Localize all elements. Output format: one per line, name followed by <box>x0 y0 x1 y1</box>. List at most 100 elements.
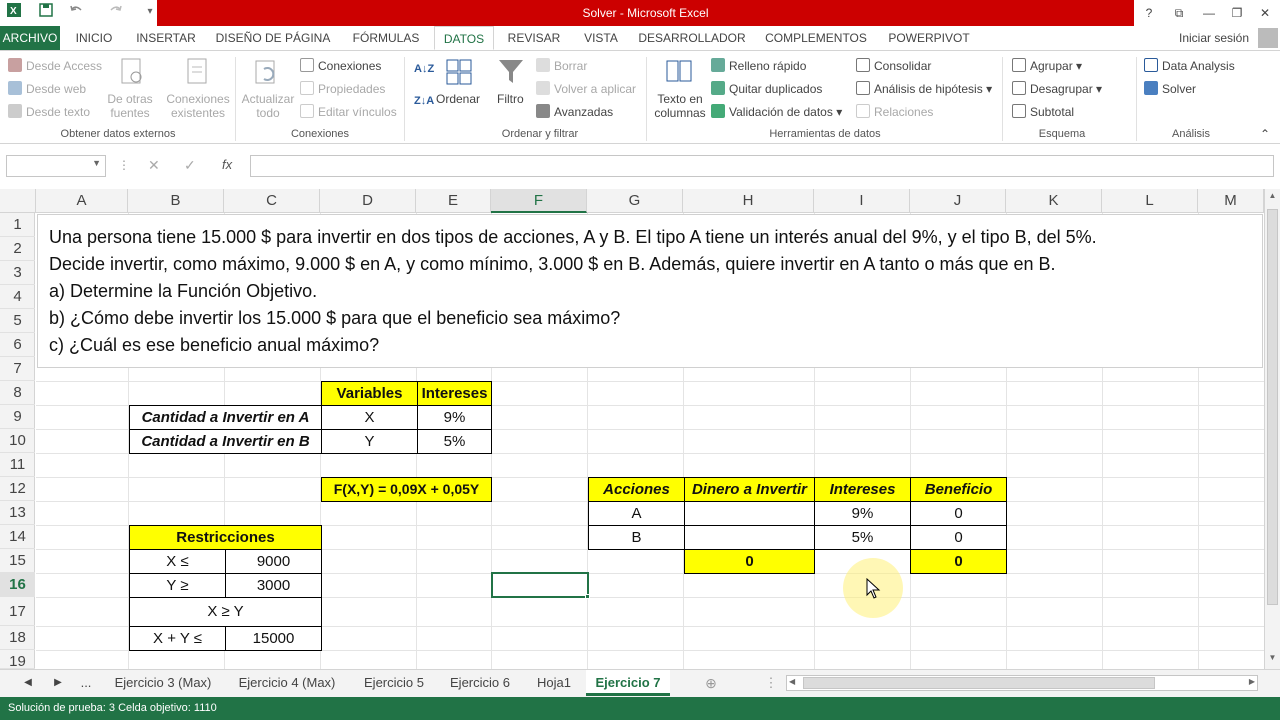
column-header[interactable]: J <box>910 189 1006 213</box>
row-header[interactable]: 2 <box>0 237 35 261</box>
column-header[interactable]: H <box>683 189 814 213</box>
data-analysis-button[interactable]: Data Analysis <box>1144 58 1235 73</box>
column-header[interactable]: K <box>1006 189 1102 213</box>
tab-datos[interactable]: DATOS <box>434 26 494 50</box>
tab-archivo[interactable]: ARCHIVO <box>0 26 60 50</box>
tab-vista[interactable]: VISTA <box>574 26 628 50</box>
tab-inicio[interactable]: INICIO <box>66 26 122 50</box>
total-dinero-cell[interactable]: 0 <box>684 549 815 574</box>
filter-button[interactable]: Filtro <box>497 92 524 106</box>
sheet-tab[interactable]: Hoja1 <box>526 670 582 696</box>
existing-connections-button[interactable]: Conexiones existentes <box>166 92 230 120</box>
refresh-all-button[interactable]: Actualizar todo <box>240 92 296 120</box>
intereses-header[interactable]: Intereses <box>417 381 492 406</box>
restore-button[interactable]: ❐ <box>1222 0 1252 26</box>
signin-link[interactable]: Iniciar sesión <box>1174 26 1254 50</box>
vertical-scroll-thumb[interactable] <box>1267 209 1278 605</box>
variables-header[interactable]: Variables <box>321 381 418 406</box>
row-header[interactable]: 11 <box>0 453 35 477</box>
column-header[interactable]: I <box>814 189 910 213</box>
row-header[interactable]: 12 <box>0 477 35 501</box>
constraint-label[interactable]: Y ≥ <box>129 573 226 598</box>
constraint-label[interactable]: X ≤ <box>129 549 226 574</box>
properties-button[interactable]: Propiedades <box>300 81 385 96</box>
horizontal-scroll-thumb[interactable] <box>803 677 1155 689</box>
column-header[interactable]: B <box>128 189 224 213</box>
undo-icon[interactable] <box>66 2 86 22</box>
scroll-left-icon[interactable]: ◀ <box>789 677 795 686</box>
help-button[interactable]: ? <box>1134 0 1164 26</box>
insert-function-icon[interactable]: fx <box>222 157 232 172</box>
advanced-button[interactable]: Avanzadas <box>536 104 613 119</box>
row-header[interactable]: 4 <box>0 285 35 309</box>
scroll-up-icon[interactable]: ▲ <box>1267 191 1278 203</box>
relationships-button[interactable]: Relaciones <box>856 104 933 119</box>
row-header[interactable]: 16 <box>0 573 35 597</box>
sheet-tab[interactable]: Ejercicio 3 (Max) <box>104 670 222 696</box>
redo-icon[interactable] <box>106 2 126 22</box>
variable-interest[interactable]: 5% <box>417 429 492 454</box>
fill-handle[interactable] <box>585 594 590 599</box>
constraint-value[interactable]: 15000 <box>225 626 322 651</box>
sheet-tab-active[interactable]: Ejercicio 7 <box>586 670 670 696</box>
avatar[interactable] <box>1258 28 1278 48</box>
column-header[interactable]: F <box>491 189 587 213</box>
connections-button[interactable]: Conexiones <box>300 58 381 73</box>
tab-desarrollador[interactable]: DESARROLLADOR <box>636 26 748 50</box>
subtotal-button[interactable]: Subtotal <box>1012 104 1074 119</box>
horizontal-scrollbar[interactable]: ◀ ▶ <box>786 675 1258 691</box>
row-header[interactable]: 10 <box>0 429 35 453</box>
interes-cell[interactable]: 9% <box>814 501 911 526</box>
sort-za-icon[interactable]: Z↓A <box>414 95 434 107</box>
row-header[interactable]: 1 <box>0 213 35 237</box>
text-to-columns-button[interactable]: Texto en columnas <box>652 92 708 120</box>
row-header[interactable]: 19 <box>0 650 35 670</box>
worksheet-grid[interactable]: Una persona tiene 15.000 $ para invertir… <box>36 213 1264 669</box>
accion-cell[interactable]: B <box>588 525 685 550</box>
constraint-value[interactable]: 3000 <box>225 573 322 598</box>
problem-statement[interactable]: Una persona tiene 15.000 $ para invertir… <box>37 214 1263 368</box>
dinero-header[interactable]: Dinero a Invertir <box>684 477 815 502</box>
variable-symbol[interactable]: X <box>321 405 418 430</box>
constraint-value[interactable]: 9000 <box>225 549 322 574</box>
tab-formulas[interactable]: FÓRMULAS <box>344 26 428 50</box>
interes-cell[interactable]: 5% <box>814 525 911 550</box>
ribbon-display-button[interactable]: ⧉ <box>1164 0 1194 26</box>
scroll-down-icon[interactable]: ▼ <box>1267 653 1278 665</box>
next-sheet-icon[interactable]: ▶ <box>48 670 68 696</box>
row-header[interactable]: 3 <box>0 261 35 285</box>
restricciones-header[interactable]: Restricciones <box>129 525 322 550</box>
dinero-cell[interactable] <box>684 525 815 550</box>
row-header[interactable]: 18 <box>0 626 35 650</box>
constraint-label[interactable]: X ≥ Y <box>129 597 322 627</box>
row-header[interactable]: 14 <box>0 525 35 549</box>
save-icon[interactable] <box>36 2 56 22</box>
add-sheet-icon[interactable]: ⊕ <box>700 670 722 696</box>
active-cell-selection[interactable] <box>491 572 589 598</box>
sheet-tab[interactable]: Ejercicio 6 <box>440 670 520 696</box>
remove-duplicates-button[interactable]: Quitar duplicados <box>711 81 822 96</box>
column-header[interactable]: L <box>1102 189 1198 213</box>
consolidate-button[interactable]: Consolidar <box>856 58 931 73</box>
beneficio-cell[interactable]: 0 <box>910 525 1007 550</box>
minimize-button[interactable]: — <box>1194 0 1224 26</box>
objective-function[interactable]: F(X,Y) = 0,09X + 0,05Y <box>321 477 492 502</box>
other-sources-button[interactable]: De otras fuentes <box>106 92 154 120</box>
sheet-bar-splitter[interactable]: ⋮ <box>764 670 778 696</box>
data-validation-button[interactable]: Validación de datos ▾ <box>711 104 842 119</box>
row-header[interactable]: 15 <box>0 549 35 573</box>
what-if-button[interactable]: Análisis de hipótesis ▾ <box>856 81 992 96</box>
sheet-tab[interactable]: Ejercicio 5 <box>352 670 436 696</box>
name-box[interactable]: ▼ <box>6 155 106 177</box>
column-header[interactable]: D <box>320 189 416 213</box>
collapse-ribbon-icon[interactable]: ⌃ <box>1260 127 1270 141</box>
accion-cell[interactable]: A <box>588 501 685 526</box>
beneficio-header[interactable]: Beneficio <box>910 477 1007 502</box>
group-button[interactable]: Agrupar ▾ <box>1012 58 1082 73</box>
more-sheets-button[interactable]: ... <box>74 670 98 696</box>
reapply-button[interactable]: Volver a aplicar <box>536 81 636 96</box>
column-header[interactable]: C <box>224 189 320 213</box>
ungroup-button[interactable]: Desagrupar ▾ <box>1012 81 1102 96</box>
column-header[interactable]: A <box>36 189 128 213</box>
row-header[interactable]: 13 <box>0 501 35 525</box>
